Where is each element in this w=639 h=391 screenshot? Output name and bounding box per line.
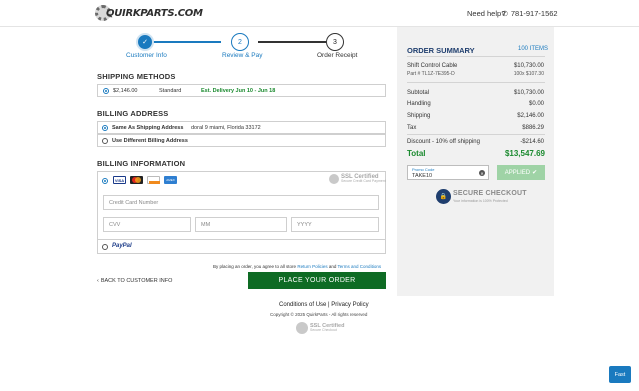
- phone-icon: ✆: [502, 10, 508, 18]
- lock-icon: 🔒: [436, 189, 451, 204]
- paypal-logo: PayPal: [112, 243, 132, 249]
- shipping-method: Standard: [159, 88, 182, 94]
- back-to-customer-info-link[interactable]: ‹ BACK TO CUSTOMER INFO: [97, 278, 172, 284]
- footer-links: Conditions of Use | Privacy Policy: [279, 302, 369, 308]
- secure-checkout-title: SECURE CHECKOUT: [453, 190, 527, 197]
- return-policies-link[interactable]: Return Policies: [297, 264, 327, 269]
- shipping-price: $2,146.00: [113, 88, 138, 94]
- shipping-radio[interactable]: [103, 88, 109, 94]
- ssl-certified-badge: SSL Certified Secure Credit Card Payment: [329, 174, 386, 184]
- fast-button[interactable]: Fast: [609, 366, 631, 383]
- site-header: QUIRKPARTS.COM Need help? ✆ 781-917-1562: [0, 0, 639, 27]
- shipping-delivery-estimate: Est. Delivery Jun 10 - Jun 18: [201, 88, 276, 94]
- billing-same-radio[interactable]: [102, 125, 108, 131]
- copyright-text: Copyright © 2025 QuirkParts - All rights…: [270, 312, 368, 317]
- paypal-option[interactable]: PayPal: [97, 239, 386, 254]
- step-1-circle[interactable]: ✓: [136, 33, 154, 51]
- applied-label: APPLIED: [504, 169, 531, 176]
- tax-label: Tax: [407, 125, 417, 131]
- cvv-input[interactable]: CVV: [103, 217, 191, 232]
- footer-ssl-shield-icon: [296, 322, 308, 334]
- step-connector-2: [258, 41, 326, 43]
- phone-number: 781-917-1562: [510, 9, 558, 18]
- quantity-line: 100x $107.30: [513, 71, 544, 77]
- subtotal-value: $10,730.00: [513, 90, 544, 96]
- step-connector-1: [153, 41, 221, 43]
- shipping-value: $2,146.00: [517, 113, 544, 119]
- paypal-radio[interactable]: [102, 244, 108, 250]
- applied-button[interactable]: APPLIED ✔: [497, 165, 545, 180]
- chevron-left-icon: ‹: [97, 278, 99, 284]
- privacy-policy-link[interactable]: Privacy Policy: [331, 302, 368, 308]
- shipping-methods-title: SHIPPING METHODS: [97, 72, 176, 81]
- product-name: Shift Control Cable: [407, 63, 458, 69]
- terms-conditions-link[interactable]: Terms and Conditions: [338, 264, 382, 269]
- site-logo[interactable]: QUIRKPARTS.COM: [95, 5, 203, 21]
- order-summary-title: ORDER SUMMARY: [407, 46, 475, 55]
- billing-same-label: Same As Shipping Address: [112, 125, 184, 131]
- items-count-link[interactable]: 100 ITEMS: [518, 46, 548, 52]
- step-2-circle: 2: [231, 33, 249, 51]
- footer-ssl-badge: SSL Certified Secure Checkout: [296, 322, 344, 334]
- promo-code-label: Promo Code: [412, 167, 435, 172]
- product-price: $10,730.00: [513, 63, 544, 69]
- help-text[interactable]: Need help?: [467, 9, 505, 18]
- subtotal-label: Subtotal: [407, 90, 430, 96]
- agreement-and: and: [328, 264, 337, 269]
- footer-separator: |: [328, 302, 330, 308]
- mastercard-icon: [130, 176, 143, 184]
- handling-value: $0.00: [528, 101, 544, 107]
- promo-code-value: TAKE10: [412, 173, 433, 179]
- summary-divider-2: [407, 82, 545, 83]
- logo-text: QUIRKPARTS.COM: [106, 7, 203, 19]
- conditions-of-use-link[interactable]: Conditions of Use: [279, 302, 326, 308]
- billing-address-text: doral 9 miami, Florida 33172: [191, 125, 261, 131]
- summary-divider-1: [407, 56, 545, 57]
- amex-icon: AMEX: [164, 176, 177, 184]
- shipping-option[interactable]: $2,146.00 Standard Est. Delivery Jun 10 …: [97, 84, 386, 97]
- expiry-month-input[interactable]: MM: [195, 217, 287, 232]
- summary-divider-3: [407, 134, 545, 135]
- secure-checkout-subtitle: Your information is 100% Protected: [453, 199, 508, 203]
- footer-ssl-subtitle: Secure Checkout: [310, 328, 337, 332]
- tax-value: $886.29: [522, 125, 544, 131]
- billing-different-label: Use Different Billing Address: [112, 138, 188, 144]
- ssl-subtitle: Secure Credit Card Payment: [341, 179, 386, 184]
- phone-link[interactable]: ✆ 781-917-1562: [502, 9, 558, 18]
- total-label: Total: [407, 149, 426, 158]
- credit-card-radio[interactable]: [102, 178, 108, 184]
- billing-address-title: BILLING ADDRESS: [97, 109, 169, 118]
- checkmark-icon: ✓: [142, 39, 148, 46]
- part-number: Part # TL1Z-7E395-D: [407, 71, 455, 77]
- shipping-label: Shipping: [407, 113, 431, 119]
- discover-icon: [147, 176, 160, 184]
- promo-code-input[interactable]: Promo Code TAKE10 ✕: [407, 165, 489, 180]
- place-order-button[interactable]: PLACE YOUR ORDER: [248, 272, 386, 289]
- visa-icon: VISA: [113, 176, 126, 184]
- clear-promo-icon[interactable]: ✕: [479, 170, 485, 176]
- billing-different-option[interactable]: Use Different Billing Address: [97, 134, 386, 147]
- check-icon: ✔: [532, 170, 538, 176]
- handling-label: Handling: [407, 101, 431, 107]
- discount-value: -$214.60: [520, 139, 544, 145]
- credit-card-number-input[interactable]: Credit Card Number: [103, 195, 379, 210]
- total-value: $13,547.69: [504, 149, 545, 158]
- expiry-year-input[interactable]: YYYY: [291, 217, 379, 232]
- step-1-label[interactable]: Customer Info: [126, 52, 167, 59]
- agreement-text: By placing an order, you agree to all st…: [213, 264, 381, 269]
- discount-label: Discount - 10% off shipping: [407, 139, 480, 145]
- ssl-shield-icon: [329, 174, 339, 184]
- billing-information-title: BILLING INFORMATION: [97, 159, 186, 168]
- agreement-prefix: By placing an order, you agree to all st…: [213, 264, 297, 269]
- billing-different-radio[interactable]: [102, 138, 108, 144]
- billing-same-option[interactable]: Same As Shipping Address doral 9 miami, …: [97, 121, 386, 134]
- back-label: BACK TO CUSTOMER INFO: [100, 278, 173, 284]
- step-3-circle: 3: [326, 33, 344, 51]
- step-2-label: Review & Pay: [222, 52, 263, 59]
- step-3-label: Order Receipt: [317, 52, 358, 59]
